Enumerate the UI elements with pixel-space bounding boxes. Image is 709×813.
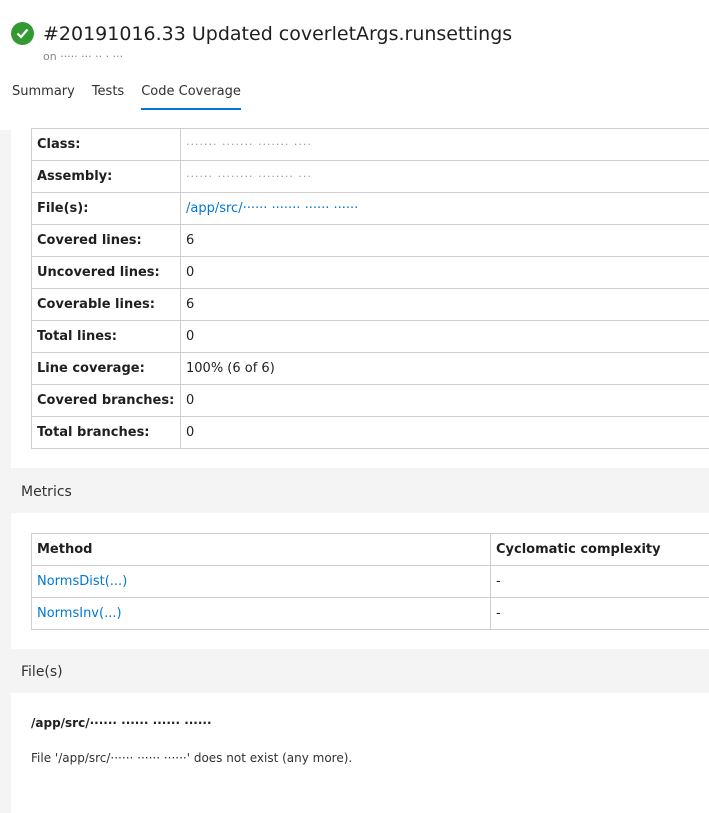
- uncovered-lines-label: Uncovered lines:: [31, 256, 181, 289]
- coverable-lines-label: Coverable lines:: [31, 288, 181, 321]
- line-coverage-value: 100% (6 of 6): [180, 352, 709, 385]
- complexity-value: -: [490, 597, 709, 630]
- page-title: #20191016.33 Updated coverletArgs.runset…: [43, 22, 513, 45]
- properties-card: Class: ······· ······· ······· ···· Asse…: [11, 128, 709, 468]
- assembly-label: Assembly:: [31, 160, 181, 193]
- total-lines-value: 0: [180, 320, 709, 353]
- total-branches-value: 0: [180, 416, 709, 449]
- covered-branches-label: Covered branches:: [31, 384, 181, 417]
- metrics-table: Method Cyclomatic complexity NormsDist(.…: [31, 533, 709, 630]
- table-row: Class: ······· ······· ······· ····: [31, 128, 709, 161]
- table-row: Total lines: 0: [31, 320, 709, 353]
- method-link-normsdist[interactable]: NormsDist(...): [37, 574, 127, 589]
- class-value: ······· ······· ······· ····: [180, 128, 709, 161]
- total-branches-label: Total branches:: [31, 416, 181, 449]
- tab-tests[interactable]: Tests: [92, 84, 124, 110]
- covered-lines-label: Covered lines:: [31, 224, 181, 257]
- assembly-value: ······ ········ ········ ···: [180, 160, 709, 193]
- check-icon: [11, 22, 34, 45]
- table-row: File(s): /app/src/······ ······· ······ …: [31, 192, 709, 225]
- table-row: Uncovered lines: 0: [31, 256, 709, 289]
- complexity-value: -: [490, 565, 709, 598]
- file-missing-message: File '/app/src/······ ······ ······' doe…: [31, 751, 353, 765]
- covered-branches-value: 0: [180, 384, 709, 417]
- title-row: #20191016.33 Updated coverletArgs.runset…: [11, 22, 512, 45]
- file-link[interactable]: /app/src/······ ······· ······ ······: [186, 201, 358, 216]
- metrics-heading: Metrics: [21, 484, 72, 500]
- coverable-lines-value: 6: [180, 288, 709, 321]
- total-lines-label: Total lines:: [31, 320, 181, 353]
- complexity-column-header: Cyclomatic complexity: [490, 533, 709, 566]
- metrics-card: Method Cyclomatic complexity NormsDist(.…: [11, 513, 709, 649]
- tab-bar: Summary Tests Code Coverage: [12, 84, 258, 110]
- table-row: Covered lines: 6: [31, 224, 709, 257]
- table-row: Covered branches: 0: [31, 384, 709, 417]
- files-card: /app/src/······ ······ ······ ······ Fil…: [11, 693, 709, 813]
- table-row: Line coverage: 100% (6 of 6): [31, 352, 709, 385]
- table-row: Total branches: 0: [31, 416, 709, 449]
- tab-code-coverage[interactable]: Code Coverage: [141, 84, 241, 110]
- line-coverage-label: Line coverage:: [31, 352, 181, 385]
- table-row: NormsInv(...) -: [31, 597, 709, 630]
- class-label: Class:: [31, 128, 181, 161]
- method-column-header: Method: [31, 533, 491, 566]
- uncovered-lines-value: 0: [180, 256, 709, 289]
- files-label: File(s):: [31, 192, 181, 225]
- table-row: NormsDist(...) -: [31, 565, 709, 598]
- table-row: Coverable lines: 6: [31, 288, 709, 321]
- table-row: Assembly: ······ ········ ········ ···: [31, 160, 709, 193]
- file-path-heading: /app/src/······ ······ ······ ······: [31, 716, 212, 730]
- build-subtitle: on ····· ··· ·· · ···: [43, 50, 124, 63]
- files-heading: File(s): [21, 664, 63, 680]
- method-link-normsinv[interactable]: NormsInv(...): [37, 606, 122, 621]
- covered-lines-value: 6: [180, 224, 709, 257]
- table-header-row: Method Cyclomatic complexity: [31, 533, 709, 566]
- properties-table: Class: ······· ······· ······· ···· Asse…: [31, 128, 709, 449]
- build-header: #20191016.33 Updated coverletArgs.runset…: [0, 0, 709, 130]
- tab-summary[interactable]: Summary: [12, 84, 75, 110]
